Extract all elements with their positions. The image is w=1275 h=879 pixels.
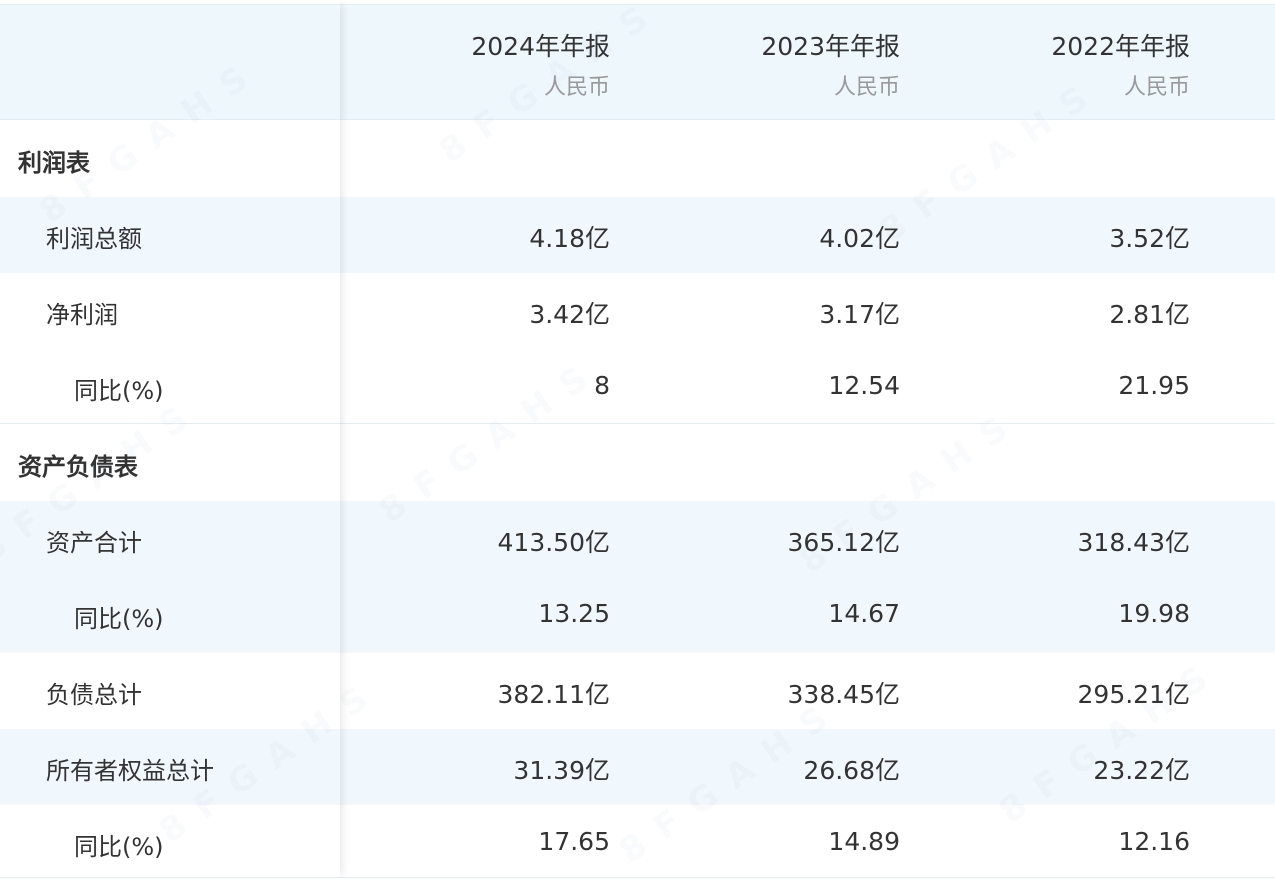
cell-2024: 13.25 bbox=[538, 599, 610, 628]
cell-2024: 3.42亿 bbox=[529, 300, 610, 329]
cell-2024: 8 bbox=[594, 371, 610, 400]
cell-2024: 413.50亿 bbox=[497, 528, 610, 557]
cell-2022: 2.81亿 bbox=[1109, 300, 1190, 329]
currency-label: 人民币 bbox=[1123, 75, 1190, 100]
table-row[interactable]: 净利润 3.42亿 3.17亿 2.81亿 bbox=[0, 273, 1275, 349]
cell-2022: 19.98 bbox=[1118, 599, 1190, 628]
period-label: 2023年年报 bbox=[761, 32, 900, 61]
row-label: 同比(%) bbox=[74, 833, 164, 861]
section-title: 资产负债表 bbox=[18, 453, 138, 481]
row-label: 同比(%) bbox=[74, 605, 164, 633]
section-divider bbox=[0, 423, 1275, 424]
cell-2023: 365.12亿 bbox=[787, 528, 900, 557]
row-label: 净利润 bbox=[46, 301, 118, 329]
currency-label: 人民币 bbox=[833, 75, 900, 100]
cell-2022: 21.95 bbox=[1118, 371, 1190, 400]
cell-2023: 12.54 bbox=[828, 371, 900, 400]
cell-2022: 318.43亿 bbox=[1077, 528, 1190, 557]
cell-2022: 23.22亿 bbox=[1093, 756, 1190, 785]
table-row[interactable]: 同比(%) 8 12.54 21.95 bbox=[0, 349, 1275, 425]
cell-2024: 31.39亿 bbox=[513, 756, 610, 785]
cell-2023: 338.45亿 bbox=[787, 680, 900, 709]
section-header-income-statement: 利润表 bbox=[0, 121, 1275, 197]
row-label: 所有者权益总计 bbox=[46, 757, 214, 785]
row-label: 资产合计 bbox=[46, 529, 142, 557]
section-title: 利润表 bbox=[18, 149, 90, 177]
cell-2024: 17.65 bbox=[538, 827, 610, 856]
section-header-balance-sheet: 资产负债表 bbox=[0, 425, 1275, 501]
currency-label: 人民币 bbox=[543, 75, 610, 100]
row-label: 利润总额 bbox=[46, 225, 142, 253]
row-label: 同比(%) bbox=[74, 377, 164, 405]
table-row[interactable]: 资产合计 413.50亿 365.12亿 318.43亿 bbox=[0, 501, 1275, 577]
cell-2022: 3.52亿 bbox=[1109, 224, 1190, 253]
table-row[interactable]: 利润总额 4.18亿 4.02亿 3.52亿 bbox=[0, 197, 1275, 273]
cell-2023: 14.89 bbox=[828, 827, 900, 856]
row-label: 负债总计 bbox=[46, 681, 142, 709]
table-bottom-border bbox=[0, 877, 1275, 878]
table-row[interactable]: 负债总计 382.11亿 338.45亿 295.21亿 bbox=[0, 653, 1275, 729]
table-header: 2024年年报 人民币 2023年年报 人民币 2022年年报 人民币 bbox=[0, 4, 1275, 120]
period-label: 2024年年报 bbox=[471, 32, 610, 61]
table-row[interactable]: 同比(%) 13.25 14.67 19.98 bbox=[0, 577, 1275, 653]
cell-2023: 3.17亿 bbox=[819, 300, 900, 329]
financial-summary-table: 2024年年报 人民币 2023年年报 人民币 2022年年报 人民币 利润表 … bbox=[0, 0, 1275, 879]
cell-2023: 4.02亿 bbox=[819, 224, 900, 253]
cell-2024: 4.18亿 bbox=[529, 224, 610, 253]
table-row[interactable]: 所有者权益总计 31.39亿 26.68亿 23.22亿 bbox=[0, 729, 1275, 805]
cell-2023: 26.68亿 bbox=[803, 756, 900, 785]
cell-2022: 295.21亿 bbox=[1077, 680, 1190, 709]
cell-2023: 14.67 bbox=[828, 599, 900, 628]
cell-2022: 12.16 bbox=[1118, 827, 1190, 856]
table-row[interactable]: 同比(%) 17.65 14.89 12.16 bbox=[0, 805, 1275, 879]
cell-2024: 382.11亿 bbox=[497, 680, 610, 709]
period-label: 2022年年报 bbox=[1051, 32, 1190, 61]
